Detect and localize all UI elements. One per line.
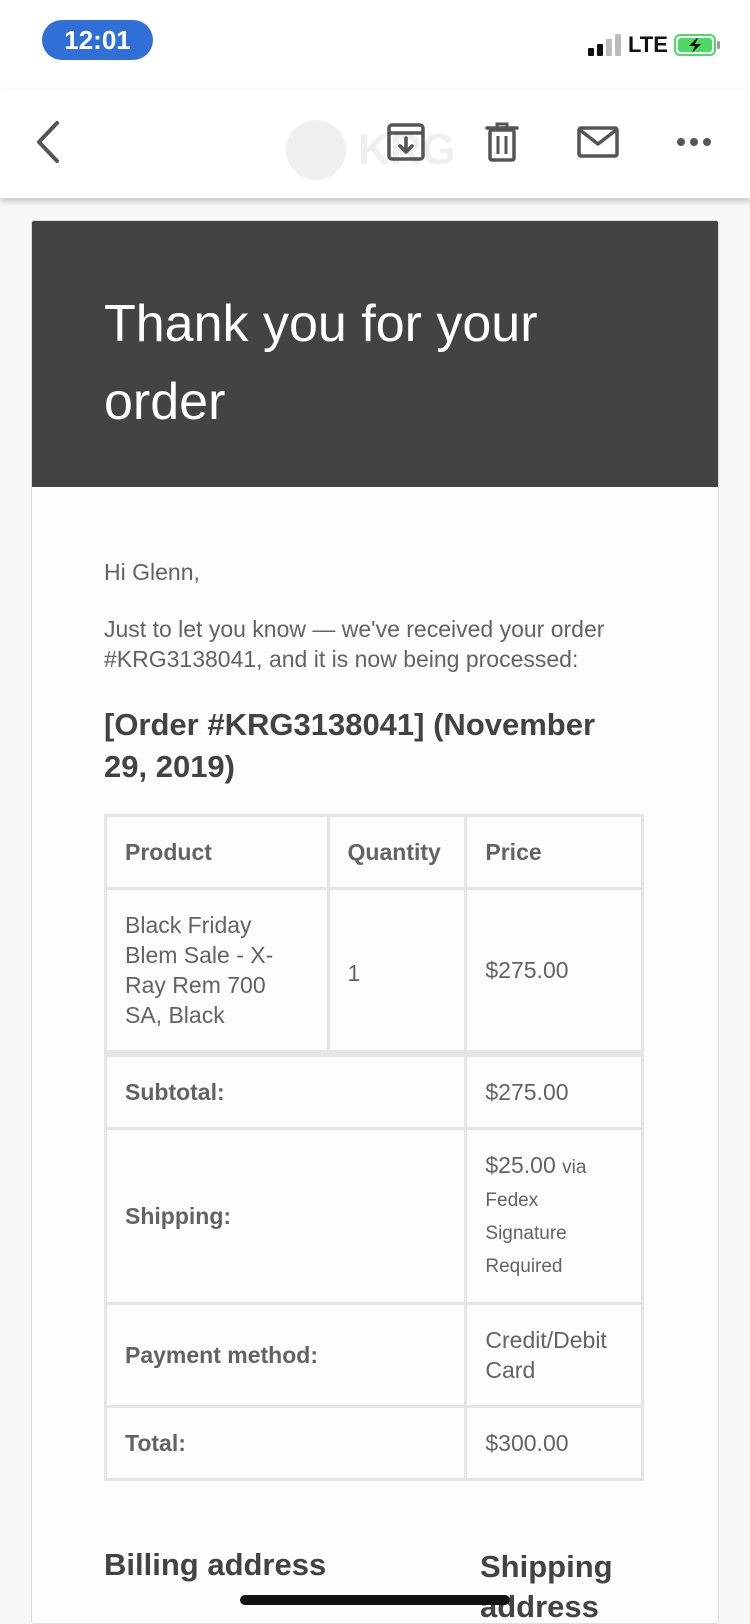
email-header-title: Thank you for your order	[104, 295, 538, 431]
column-header-price: Price	[464, 814, 644, 890]
subtotal-value: $275.00	[464, 1050, 644, 1130]
total-value: $300.00	[464, 1405, 644, 1481]
more-options-button[interactable]	[666, 114, 722, 170]
shipping-row: Shipping: $25.00 via Fedex Signature Req…	[103, 1127, 644, 1305]
order-heading: [Order #KRG3138041] (November 29, 2019)	[104, 707, 596, 784]
column-header-product: Product	[104, 814, 330, 890]
greeting: Hi Glenn,	[104, 559, 200, 585]
email-content: Hi Glenn, Just to let you know — we've r…	[32, 487, 718, 1623]
billing-address-heading: Billing address	[104, 1547, 327, 1582]
cellular-signal-icon	[588, 34, 621, 56]
more-horizontal-icon	[677, 138, 711, 146]
shipping-amount: $25.00	[485, 1152, 556, 1178]
krg-watermark-logo: KRG	[286, 120, 466, 180]
mark-unread-button[interactable]	[570, 114, 626, 170]
address-section: Billing address Shipping address	[104, 1547, 646, 1623]
status-bar: 12:01 LTE	[0, 0, 750, 90]
battery-charging-icon	[674, 34, 720, 56]
chevron-left-icon	[37, 121, 59, 163]
status-time[interactable]: 12:01	[42, 20, 153, 60]
intro-text: Just to let you know — we've received yo…	[104, 616, 605, 672]
table-header-row: Product Quantity Price	[104, 814, 644, 890]
email-toolbar: KRG	[0, 90, 750, 198]
archive-button[interactable]	[378, 114, 434, 170]
archive-icon	[387, 123, 425, 161]
envelope-icon	[577, 126, 619, 158]
email-header-banner: Thank you for your order	[32, 221, 718, 487]
home-indicator[interactable]	[240, 1595, 510, 1605]
shipping-value: $25.00 via Fedex Signature Required	[464, 1127, 644, 1305]
table-row: Black Friday Blem Sale - X-Ray Rem 700 S…	[104, 887, 644, 1055]
trash-icon	[485, 122, 519, 162]
order-table: Product Quantity Price Black Friday Blem…	[103, 814, 644, 1481]
payment-value: Credit/Debit Card	[464, 1302, 644, 1408]
total-row: Total: $300.00	[103, 1405, 644, 1481]
item-quantity: 1	[326, 887, 468, 1055]
payment-label: Payment method:	[103, 1302, 468, 1408]
back-button[interactable]	[20, 114, 76, 170]
delete-button[interactable]	[474, 114, 530, 170]
subtotal-label: Subtotal:	[103, 1050, 468, 1130]
item-price: $275.00	[464, 887, 644, 1055]
payment-row: Payment method: Credit/Debit Card	[103, 1302, 644, 1408]
total-label: Total:	[103, 1405, 468, 1481]
email-body: Thank you for your order Hi Glenn, Just …	[31, 220, 719, 1624]
column-header-quantity: Quantity	[326, 814, 468, 890]
shipping-label: Shipping:	[103, 1127, 468, 1305]
shipping-address-heading: Shipping address	[480, 1549, 613, 1624]
network-type: LTE	[628, 32, 668, 57]
item-product: Black Friday Blem Sale - X-Ray Rem 700 S…	[104, 887, 330, 1055]
subtotal-row: Subtotal: $275.00	[103, 1050, 644, 1130]
